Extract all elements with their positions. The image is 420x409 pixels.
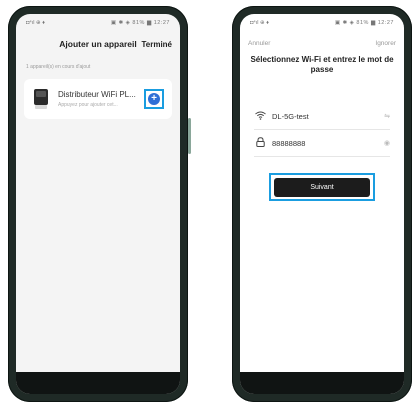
gesture-bar <box>16 372 180 394</box>
status-bar: ◘⁴ıl ⊕ ♦ ▣ ✱ ◈ 81% ▆ 12:27 <box>240 14 404 32</box>
status-bar: ◘⁴ıl ⊕ ♦ ▣ ✱ ◈ 81% ▆ 12:27 <box>16 14 180 32</box>
switch-network-icon[interactable]: ⇋ <box>384 112 390 120</box>
right-screen: ◘⁴ıl ⊕ ♦ ▣ ✱ ◈ 81% ▆ 12:27 Annuler Ignor… <box>240 14 404 394</box>
device-card[interactable]: Distributeur WiFi PL... Appuyez pour ajo… <box>24 79 172 119</box>
status-right: ▣ ✱ ◈ 81% ▆ 12:27 <box>334 20 394 26</box>
left-screen: ◘⁴ıl ⊕ ♦ ▣ ✱ ◈ 81% ▆ 12:27 Ajouter un ap… <box>16 14 180 394</box>
cancel-button[interactable]: Annuler <box>248 40 270 47</box>
status-left: ◘⁴ıl ⊕ ♦ <box>250 20 269 26</box>
wifi-field[interactable]: DL-5G-test ⇋ <box>254 103 390 130</box>
password-field[interactable]: 88888888 ◉ <box>254 130 390 157</box>
eye-icon[interactable]: ◉ <box>384 139 390 147</box>
next-button-highlight: Suivant <box>269 173 375 201</box>
add-device-button[interactable]: + <box>148 93 160 105</box>
status-left: ◘⁴ıl ⊕ ♦ <box>26 20 45 26</box>
wifi-ssid: DL-5G-test <box>272 111 309 121</box>
skip-button[interactable]: Ignorer <box>375 40 396 47</box>
device-subtitle: Appuyez pour ajouter cet... <box>58 102 118 108</box>
lock-icon <box>254 137 266 149</box>
page-title: Sélectionnez Wi-Fi et entrez le mot de p… <box>250 55 394 74</box>
side-button <box>188 118 191 154</box>
header: Ajouter un appareil Terminé <box>16 32 180 56</box>
status-right: ▣ ✱ ◈ 81% ▆ 12:27 <box>110 20 170 26</box>
section-label: 1 appareil(s) en cours d'ajout <box>26 64 91 70</box>
device-name: Distributeur WiFi PL... <box>58 90 136 99</box>
done-button[interactable]: Terminé <box>141 40 172 49</box>
wifi-icon <box>254 111 266 122</box>
gesture-bar <box>240 372 404 394</box>
left-phone: ◘⁴ıl ⊕ ♦ ▣ ✱ ◈ 81% ▆ 12:27 Ajouter un ap… <box>8 6 191 402</box>
next-button[interactable]: Suivant <box>274 177 370 197</box>
password-value: 88888888 <box>272 138 306 148</box>
add-button-highlight: + <box>144 89 164 109</box>
right-phone: ◘⁴ıl ⊕ ♦ ▣ ✱ ◈ 81% ▆ 12:27 Annuler Ignor… <box>232 6 412 402</box>
header: Annuler Ignorer <box>240 32 404 47</box>
feeder-device-icon <box>32 88 50 110</box>
